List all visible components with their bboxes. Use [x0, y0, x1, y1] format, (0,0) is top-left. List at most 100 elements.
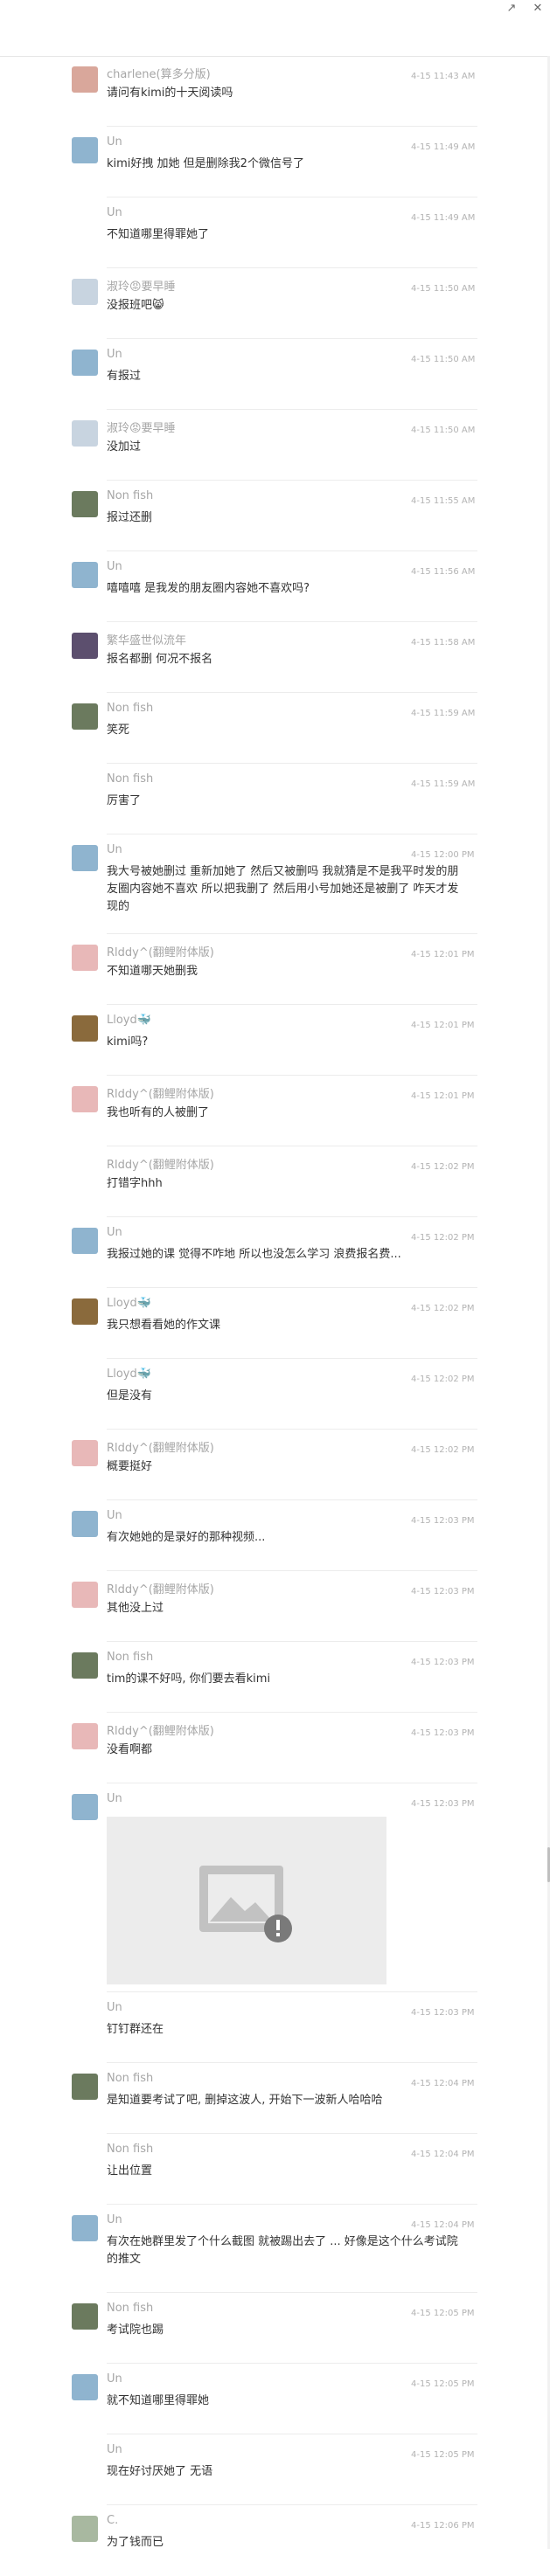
avatar[interactable] [72, 2215, 98, 2241]
chat-message: Un 4-15 12:05 PM 现在好讨厌她了 无语 [0, 2434, 542, 2505]
message-time: 4-15 12:02 PM [411, 1304, 475, 1313]
message-time: 4-15 12:06 PM [411, 2521, 475, 2531]
avatar[interactable] [72, 1723, 98, 1749]
message-text: 让出位置 [107, 2164, 153, 2178]
avatar[interactable] [72, 1511, 98, 1537]
avatar[interactable] [72, 66, 98, 93]
sender-name: Un [107, 560, 122, 573]
chat-message: Un 4-15 12:04 PM 有次在她群里发了个什么截图 就被踢出去了 ... … [0, 2205, 542, 2293]
message-time: 4-15 11:50 AM [411, 355, 476, 364]
avatar[interactable] [72, 2374, 98, 2400]
sender-name: Un [107, 2443, 122, 2456]
chat-message: Rlddy^(翻鲤附体版) 4-15 12:01 PM 不知道哪天她删我 [0, 934, 542, 1005]
avatar[interactable] [72, 1652, 98, 1679]
sender-name: Non fish [107, 1651, 154, 1664]
sender-name: Non fish [107, 489, 154, 502]
chat-message: Un 4-15 12:03 PM 有次她她的是录好的那种视频... [0, 1500, 542, 1571]
message-text: 请问有kimi的十天阅读吗 [107, 87, 233, 100]
avatar[interactable] [72, 2303, 98, 2330]
message-time: 4-15 12:02 PM [411, 1445, 475, 1455]
message-text: 我大号被她删过 重新加她了 然后又被删吗 我就猜是不是我平时发的朋友圈内容她不喜… [107, 865, 459, 913]
message-text: 报名都删 何况不报名 [107, 653, 213, 666]
message-text: 为了钱而已 [107, 2536, 164, 2549]
sender-name: Un [107, 135, 122, 149]
chat-message: Non fish 4-15 11:59 AM 厉害了 [0, 764, 542, 834]
sender-name: Rlddy^(翻鲤附体版) [107, 1583, 214, 1596]
message-time: 4-15 11:55 AM [411, 496, 476, 506]
message-time: 4-15 12:02 PM [411, 1162, 475, 1172]
message-time: 4-15 11:50 AM [411, 284, 476, 294]
chat-message: charlene(算多分版) 4-15 11:43 AM 请问有kimi的十天阅读吗 [0, 56, 542, 127]
sender-name: Non fish [107, 2072, 154, 2085]
broken-image-icon [199, 1866, 292, 1942]
avatar[interactable] [72, 945, 98, 971]
avatar[interactable] [72, 1015, 98, 1042]
sender-name: Non fish [107, 772, 154, 786]
sender-name: Rlddy^(翻鲤附体版) [107, 1088, 214, 1101]
sender-name: Rlddy^(翻鲤附体版) [107, 1725, 214, 1738]
sender-name: Un [107, 348, 122, 361]
message-text: kimi吗? [107, 1035, 149, 1049]
avatar[interactable] [72, 1298, 98, 1325]
message-text: 笑死 [107, 724, 130, 737]
avatar[interactable] [72, 1582, 98, 1608]
message-time: 4-15 11:59 AM [411, 779, 476, 789]
message-text: 我只想看看她的作文课 [107, 1319, 221, 1332]
avatar[interactable] [72, 1086, 98, 1112]
avatar[interactable] [72, 2074, 98, 2100]
avatar[interactable] [72, 562, 98, 588]
message-time: 4-15 12:04 PM [411, 2150, 475, 2159]
message-time: 4-15 12:01 PM [411, 1091, 475, 1101]
avatar[interactable] [72, 845, 98, 871]
sender-name: Un [107, 206, 122, 219]
message-text: 不知道哪里得罪她了 [107, 228, 210, 241]
image-placeholder[interactable] [107, 1817, 386, 1984]
avatar[interactable] [72, 420, 98, 447]
chat-message: Un 4-15 11:50 AM 有报过 [0, 339, 542, 410]
message-time: 4-15 12:02 PM [411, 1375, 475, 1384]
sender-name: Un [107, 1509, 122, 1522]
message-text: 不知道哪天她删我 [107, 965, 198, 978]
message-time: 4-15 12:05 PM [411, 2379, 475, 2389]
chat-message: Un 4-15 12:05 PM 就不知道哪里得罪她 [0, 2364, 542, 2434]
chat-message: Un 4-15 12:00 PM 我大号被她删过 重新加她了 然后又被删吗 我就猜是… [0, 834, 542, 934]
message-text: 有次她她的是录好的那种视频... [107, 1531, 266, 1544]
avatar[interactable] [72, 279, 98, 305]
message-time: 4-15 11:56 AM [411, 567, 476, 577]
message-time: 4-15 12:01 PM [411, 950, 475, 959]
avatar[interactable] [72, 491, 98, 517]
chat-message: 淑玲😡要早睡 4-15 11:50 AM 没报班吧😸 [0, 268, 542, 339]
message-text: 考试院也踢 [107, 2323, 164, 2337]
sender-name: 淑玲😡要早睡 [107, 422, 176, 435]
sender-name: Un [107, 2372, 122, 2386]
avatar[interactable] [72, 350, 98, 376]
close-icon[interactable]: ✕ [531, 2, 545, 16]
message-text: 打错字hhh [107, 1177, 163, 1190]
pin-icon[interactable]: ↗ [505, 2, 519, 16]
message-text: 钉钉群还在 [107, 2023, 164, 2036]
message-text: 我也听有的人被删了 [107, 1106, 210, 1119]
avatar[interactable] [72, 1794, 98, 1820]
chat-message: Non fish 4-15 11:59 AM 笑死 [0, 693, 542, 764]
avatar[interactable] [72, 137, 98, 163]
chat-message: Rlddy^(翻鲤附体版) 4-15 12:01 PM 我也听有的人被删了 [0, 1076, 542, 1146]
message-text: 没加过 [107, 440, 142, 454]
message-time: 4-15 11:49 AM [411, 142, 476, 152]
sender-name: Un [107, 2213, 122, 2226]
avatar[interactable] [72, 2516, 98, 2542]
message-time: 4-15 12:03 PM [411, 1516, 475, 1526]
message-time: 4-15 11:58 AM [411, 638, 476, 647]
avatar[interactable] [72, 633, 98, 659]
message-text: 嘻嘻嘻 是我发的朋友圈内容她不喜欢吗? [107, 582, 310, 595]
chat-message: Lloyd🐳 4-15 12:02 PM 我只想看看她的作文课 [0, 1288, 542, 1359]
message-text: 我报过她的课 觉得不咋地 所以也没怎么学习 浪费报名费... [107, 1248, 401, 1261]
chat-message: Non fish 4-15 12:04 PM 让出位置 [0, 2134, 542, 2205]
avatar[interactable] [72, 1440, 98, 1466]
chat-message: Un 4-15 12:03 PM [0, 1783, 542, 1992]
avatar[interactable] [72, 703, 98, 730]
message-text: 没报班吧😸 [107, 299, 164, 312]
chat-message: Rlddy^(翻鲤附体版) 4-15 12:02 PM 概要挺好 [0, 1430, 542, 1500]
sender-name: 淑玲😡要早睡 [107, 280, 176, 294]
message-text: 就不知道哪里得罪她 [107, 2394, 210, 2407]
avatar[interactable] [72, 1228, 98, 1254]
